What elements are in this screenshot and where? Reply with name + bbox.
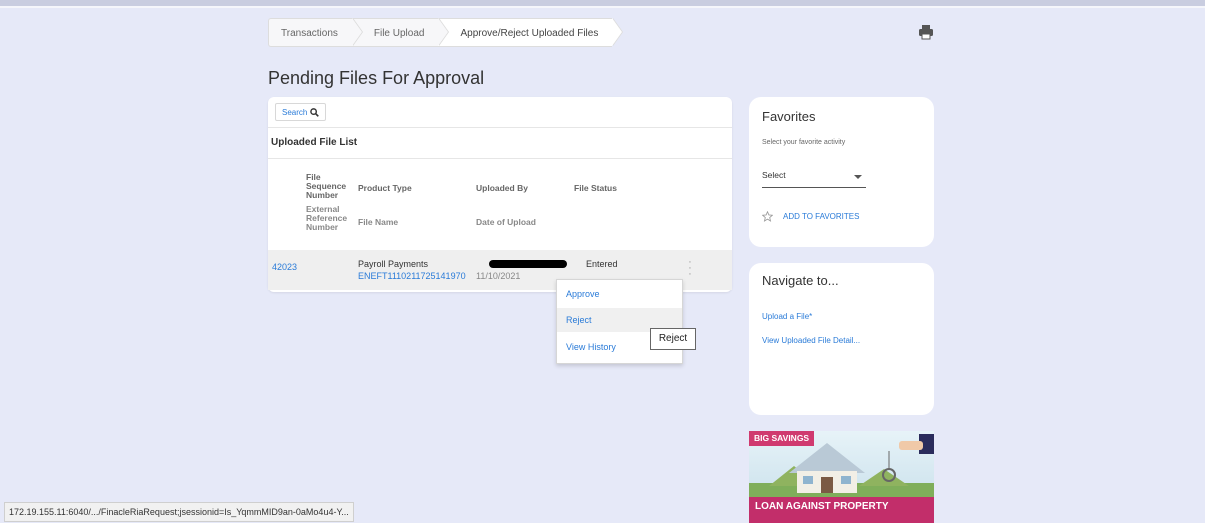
breadcrumb-approve-reject: Approve/Reject Uploaded Files [438,18,624,47]
file-name-link[interactable]: ENEFT1110211725141970 [358,271,466,281]
file-sequence-link[interactable]: 42023 [272,262,297,272]
breadcrumb-file-upload[interactable]: File Upload [351,18,450,47]
row-actions-kebab-icon[interactable]: · · · [687,257,693,280]
browser-top-highlight [0,6,1205,8]
favorites-card: Favorites Select your favorite activity … [749,97,934,247]
tooltip: Reject [650,328,696,350]
add-to-favorites-button[interactable]: ADD TO FAVORITES [762,211,859,222]
menu-item-approve[interactable]: Approve [557,282,682,306]
redacted-uploader [489,260,567,268]
product-type-cell: Payroll Payments [358,259,429,269]
chevron-down-icon [854,175,862,179]
view-uploaded-file-detail-link[interactable]: View Uploaded File Detail... [762,336,860,345]
header-external-reference-number[interactable]: External Reference Number [306,205,347,232]
promo-tag: BIG SAVINGS [749,431,815,446]
promo-text: LOAN AGAINST PROPERTY [755,501,889,512]
header-file-sequence-number[interactable]: File Sequence Number [306,173,346,200]
header-uploaded-by[interactable]: Uploaded By [476,184,528,193]
list-title: Uploaded File List [271,137,358,148]
divider [268,127,732,128]
search-button-label: Search [282,107,308,117]
navigate-card: Navigate to... Upload a File* View Uploa… [749,263,934,415]
search-button[interactable]: Search [275,103,327,121]
browser-status-url: 172.19.155.11:6040/.../FinacleRiaRequest… [4,502,354,522]
favorites-select-value: Select [762,170,786,180]
upload-file-link[interactable]: Upload a File* [762,312,812,321]
navigate-title: Navigate to... [762,273,839,288]
row-actions-menu: Approve Reject View History [556,279,683,364]
header-file-name[interactable]: File Name [358,218,398,227]
header-date-of-upload[interactable]: Date of Upload [476,218,536,227]
file-status-cell: Entered [586,259,618,269]
favorites-title: Favorites [762,109,816,124]
star-icon [762,211,773,222]
add-to-favorites-label: ADD TO FAVORITES [783,212,860,221]
breadcrumb: Transactions File Upload Approve/Reject … [268,18,624,47]
print-icon[interactable] [918,24,934,40]
uploaded-file-panel: Search Uploaded File List File Sequence … [268,97,732,292]
promo-banner[interactable]: BIG SAVINGS LOAN AGAINST PROPERTY [749,431,934,523]
search-icon [310,107,320,117]
header-product-type[interactable]: Product Type [358,184,412,193]
favorites-hint: Select your favorite activity [762,139,846,146]
divider [268,158,732,159]
breadcrumb-transactions[interactable]: Transactions [268,18,363,47]
upload-date-cell: 11/10/2021 [476,271,521,281]
header-file-status[interactable]: File Status [574,184,617,193]
favorites-select[interactable]: Select [762,170,866,188]
page-title: Pending Files For Approval [268,68,485,88]
